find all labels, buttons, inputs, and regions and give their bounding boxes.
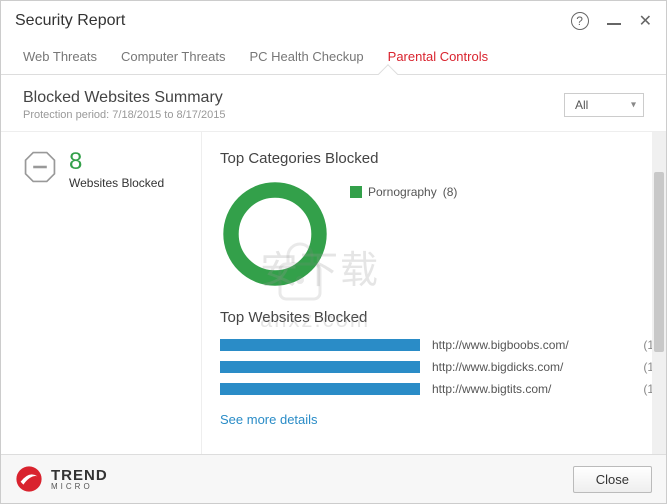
summary-period: Protection period: 7/18/2015 to 8/17/201… — [23, 109, 564, 121]
trend-micro-logo-text: TREND MICRO — [51, 468, 108, 491]
websites-title: Top Websites Blocked — [220, 309, 658, 326]
help-icon[interactable]: ? — [571, 12, 589, 30]
categories-donut-chart — [220, 179, 330, 289]
legend-count: (8) — [443, 185, 458, 199]
website-bar — [220, 339, 420, 351]
blocked-octagon-icon — [23, 150, 57, 189]
website-row: http://www.bigdicks.com/(1) — [220, 360, 658, 374]
tab-computer-threats[interactable]: Computer Threats — [121, 49, 226, 74]
close-icon[interactable]: ✕ — [639, 11, 652, 31]
website-bar — [220, 383, 420, 395]
blocked-count: 8 — [69, 150, 164, 174]
legend-swatch — [350, 186, 362, 198]
summary-title: Blocked Websites Summary — [23, 89, 564, 107]
website-url: http://www.bigboobs.com/ — [432, 338, 631, 352]
legend-item: Pornography (8) — [350, 185, 457, 199]
website-url: http://www.bigtits.com/ — [432, 382, 631, 396]
close-button[interactable]: Close — [573, 466, 652, 493]
filter-dropdown[interactable]: All — [564, 93, 644, 117]
scrollbar-thumb[interactable] — [654, 172, 664, 352]
scrollbar-track[interactable] — [652, 132, 666, 454]
minimize-icon[interactable] — [607, 23, 621, 25]
see-more-link[interactable]: See more details — [220, 412, 318, 427]
website-row: http://www.bigboobs.com/(1) — [220, 338, 658, 352]
blocked-label: Websites Blocked — [69, 176, 164, 190]
tab-pc-health[interactable]: PC Health Checkup — [249, 49, 363, 74]
categories-title: Top Categories Blocked — [220, 150, 658, 167]
tab-parental-controls[interactable]: Parental Controls — [388, 49, 488, 74]
website-url: http://www.bigdicks.com/ — [432, 360, 631, 374]
trend-micro-logo-icon — [15, 465, 43, 493]
tab-web-threats[interactable]: Web Threats — [23, 49, 97, 74]
window-title: Security Report — [15, 12, 571, 30]
website-row: http://www.bigtits.com/(1) — [220, 382, 658, 396]
tab-bar: Web Threats Computer Threats PC Health C… — [1, 41, 666, 75]
website-bar — [220, 361, 420, 373]
legend-name: Pornography — [368, 185, 437, 199]
